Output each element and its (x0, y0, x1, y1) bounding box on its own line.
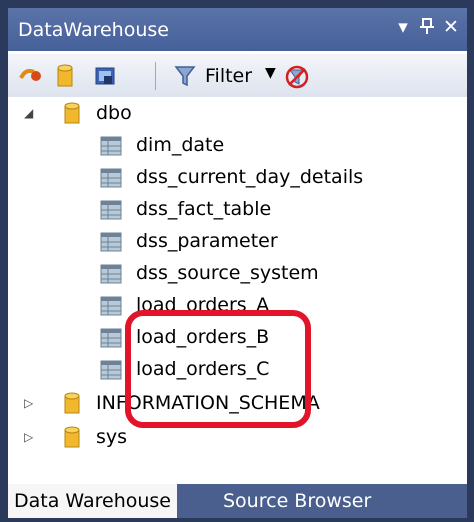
database-icon (62, 392, 82, 416)
table-icon (100, 264, 122, 284)
table-icon (100, 232, 122, 252)
data-warehouse-panel: DataWarehouse ▾ ✕ Filter ▼ ◢ dbo dim_dat… (0, 0, 474, 522)
database-icon (62, 426, 82, 450)
table-label: dss_current_day_details (136, 166, 364, 188)
panel-tabs: Data Warehouse Source Browser (8, 484, 467, 518)
tree-node-label: sys (96, 426, 128, 448)
table-icon (100, 136, 122, 156)
filter-dropdown-caret[interactable]: ▼ (265, 65, 276, 81)
tree-item-table[interactable]: dss_fact_table (8, 193, 467, 225)
table-icon (100, 168, 122, 188)
table-icon (100, 328, 122, 348)
table-label: dss_source_system (136, 262, 319, 284)
tree-item-table[interactable]: dss_source_system (8, 257, 467, 289)
database-icon (62, 102, 82, 126)
browse-objects-icon[interactable] (94, 64, 120, 88)
tree-node-label: dbo (96, 102, 132, 124)
toolbar-separator (155, 62, 156, 90)
table-label: dim_date (136, 134, 225, 156)
window-position-dropdown-icon[interactable]: ▾ (392, 16, 414, 38)
tree-item-table[interactable]: dss_parameter (8, 225, 467, 257)
expand-arrow-icon[interactable]: ▷ (24, 396, 36, 410)
refresh-connection-icon[interactable] (18, 64, 44, 88)
expand-arrow-icon[interactable]: ▷ (24, 430, 36, 444)
tab-data-warehouse[interactable]: Data Warehouse (8, 484, 178, 518)
highlight-annotation (125, 310, 311, 428)
schema-tree: ◢ dbo dim_date dss_current_day_details d… (8, 97, 467, 482)
clear-filter-icon[interactable] (284, 64, 310, 89)
table-icon (100, 296, 122, 316)
close-icon[interactable]: ✕ (440, 16, 462, 38)
panel-body: DataWarehouse ▾ ✕ Filter ▼ ◢ dbo dim_dat… (8, 8, 467, 518)
table-icon (100, 200, 122, 220)
tree-item-table[interactable]: dim_date (8, 129, 467, 161)
pin-icon[interactable] (416, 16, 438, 41)
tab-source-browser[interactable]: Source Browser (217, 484, 377, 518)
filter-button[interactable]: Filter (205, 65, 252, 87)
table-icon (100, 360, 122, 380)
table-label: dss_fact_table (136, 198, 272, 220)
table-label: dss_parameter (136, 230, 278, 252)
tree-node-dbo[interactable]: ◢ dbo (8, 97, 467, 129)
toolbar: Filter ▼ (8, 53, 467, 98)
filter-icon[interactable] (173, 64, 199, 88)
collapse-arrow-icon[interactable]: ◢ (24, 106, 36, 120)
tree-item-table[interactable]: dss_current_day_details (8, 161, 467, 193)
database-icon[interactable] (54, 64, 80, 88)
panel-title: DataWarehouse (18, 19, 169, 41)
panel-title-bar: DataWarehouse ▾ ✕ (8, 8, 467, 51)
